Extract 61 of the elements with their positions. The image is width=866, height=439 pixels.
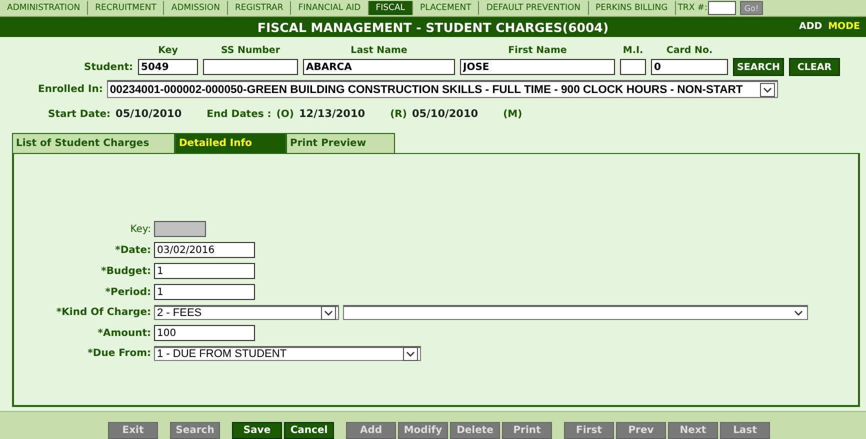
enrolled-label: Enrolled In: — [38, 84, 103, 94]
column-header: First Name — [507, 45, 568, 56]
enrolled-dropdown[interactable]: 00234001-000002-000050-GREEN BUILDING CONSTRUCTION SKILLS - FULL TIME - 900 CLOCK HOURS - NON-START — [106, 80, 778, 98]
mode-value: ADD — [798, 21, 822, 32]
input-field[interactable]: 1 — [154, 263, 255, 279]
nav-tab[interactable]: ADMINISTRATION — [0, 1, 88, 15]
nav-tab[interactable]: REGISTRAR — [228, 1, 292, 15]
dropdown[interactable]: 1 - DUE FROM STUDENT — [154, 346, 421, 361]
input-field[interactable]: ABARCA — [303, 59, 455, 75]
trx-field[interactable] — [708, 1, 736, 15]
field-label: *Date: — [115, 244, 151, 256]
chevron-icon — [762, 86, 772, 92]
revised-end-date: 05/10/2010 — [412, 108, 478, 120]
column-header: Last Name — [350, 45, 408, 56]
action-button[interactable]: SEARCH — [733, 58, 784, 76]
tab[interactable]: List of Student Charges — [12, 133, 175, 153]
column-header: Card No. — [665, 45, 714, 56]
dropdown[interactable]: 2 - FEES — [154, 305, 339, 320]
column-header: M.I. — [622, 45, 644, 56]
nav-tab[interactable]: RECRUITMENT — [88, 1, 164, 15]
trx-label: TRX #: — [678, 3, 708, 13]
nav-tab[interactable]: ADMISSION — [164, 1, 228, 15]
nav-tab[interactable]: PERKINS BILLING — [588, 1, 676, 15]
input-field[interactable]: 5049 — [138, 59, 198, 75]
student-label: Student: — [83, 62, 133, 72]
input-field[interactable]: 03/02/2016 — [154, 242, 255, 258]
field-label: Key: — [130, 224, 151, 234]
column-header: SS Number — [220, 45, 282, 56]
action-button[interactable]: CLEAR — [789, 58, 840, 76]
chevron-icon — [794, 310, 803, 316]
nav-tab[interactable]: PLACEMENT — [413, 1, 480, 15]
toolbar-button[interactable]: Save — [232, 422, 282, 439]
chevron-icon — [406, 351, 415, 357]
m-label: (M) — [503, 108, 522, 120]
input-field[interactable]: 0 — [651, 59, 728, 75]
input-field[interactable] — [154, 221, 206, 237]
input-field[interactable]: 100 — [154, 325, 255, 341]
toolbar-button[interactable]: Cancel — [284, 422, 334, 439]
field-label: *Kind Of Charge: — [56, 307, 151, 318]
input-field[interactable] — [620, 59, 646, 75]
nav-tab[interactable]: FISCAL — [368, 1, 414, 15]
original-label: (O) — [276, 108, 294, 120]
field-label: *Budget: — [101, 266, 151, 276]
input-field[interactable]: 1 — [154, 284, 255, 300]
original-end-date: 12/13/2010 — [298, 108, 366, 120]
field-label: *Period: — [105, 286, 151, 298]
column-header: Key — [157, 45, 179, 56]
tab[interactable]: Print Preview — [286, 133, 395, 153]
dropdown[interactable] — [343, 305, 808, 320]
mode-label: MODE — [828, 21, 860, 32]
input-field[interactable] — [203, 59, 298, 75]
field-label: *Due From: — [88, 348, 151, 359]
field-label: *Amount: — [98, 328, 151, 338]
start-date: 05/10/2010 — [116, 108, 182, 120]
revised-label: (R) — [390, 108, 407, 120]
start-date-label: Start Date: — [48, 108, 111, 120]
nav-tab[interactable]: DEFAULT PREVENTION — [479, 1, 589, 15]
page-title: FISCAL MANAGEMENT - STUDENT CHARGES(6004) — [257, 20, 609, 34]
chevron-icon — [324, 310, 333, 316]
tab[interactable]: Detailed Info — [175, 133, 286, 153]
end-dates-label: End Dates : — [206, 108, 272, 120]
